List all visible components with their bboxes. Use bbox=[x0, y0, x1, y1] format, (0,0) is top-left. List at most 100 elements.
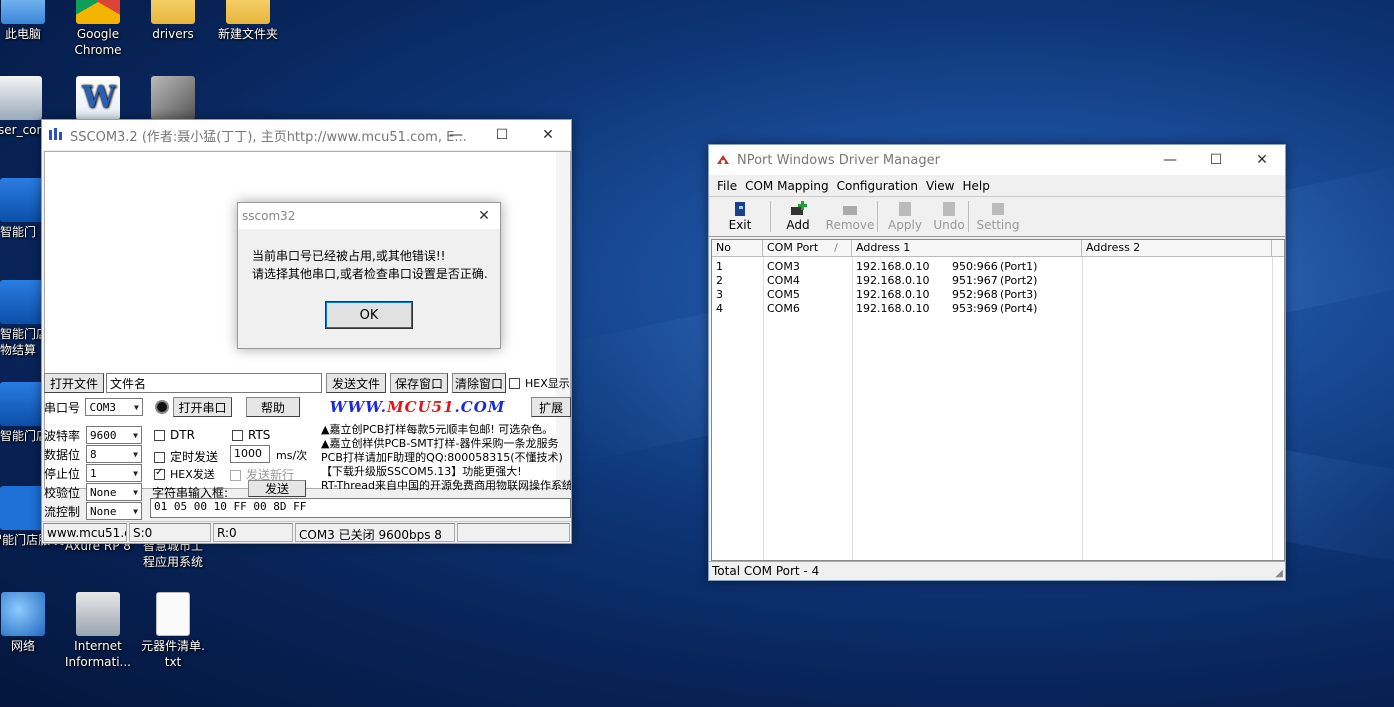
send-data-input[interactable]: 01 05 00 10 FF 00 8D FF bbox=[150, 498, 571, 518]
desktop-icon-chrome[interactable]: Google Chrome bbox=[58, 0, 138, 58]
nport-titlebar[interactable]: NPort Windows Driver Manager — ☐ ✕ bbox=[709, 145, 1285, 175]
table-row[interactable]: 4 COM6 192.168.0.10 953:969 (Port4) bbox=[712, 302, 1284, 316]
list-header: No COM Port / Address 1 Address 2 bbox=[712, 240, 1284, 257]
apply-button[interactable]: Apply bbox=[879, 197, 931, 236]
add-icon bbox=[791, 201, 807, 215]
expand-button[interactable]: 扩展 bbox=[531, 397, 571, 417]
port-status-led-icon bbox=[154, 400, 169, 414]
tools-icon bbox=[151, 76, 195, 120]
sscom-statusbar: www.mcu51.com S:0 R:0 COM3 已关闭 9600bps 8 bbox=[42, 521, 571, 543]
port-select[interactable]: COM3 ▼ bbox=[85, 398, 143, 416]
table-row[interactable]: 3 COM5 192.168.0.10 952:968 (Port3) bbox=[712, 288, 1284, 302]
send-file-button[interactable]: 发送文件 bbox=[326, 373, 386, 393]
menu-help[interactable]: Help bbox=[962, 179, 989, 193]
sscom-titlebar[interactable]: SSCOM3.2 (作者:聂小猛(丁丁), 主页http://www.mcu51… bbox=[42, 120, 571, 150]
sscom-app-icon bbox=[49, 128, 62, 140]
nport-title: NPort Windows Driver Manager bbox=[737, 152, 940, 168]
dialog-message: 当前串口号已经被占用,或其他错误!! 请选择其他串口,或者检查串口设置是否正确. bbox=[252, 249, 488, 281]
menu-view[interactable]: View bbox=[926, 179, 954, 193]
databits-select[interactable]: 8 ▼ bbox=[86, 445, 142, 463]
minimize-button[interactable]: — bbox=[433, 120, 479, 150]
clear-window-button[interactable]: 清除窗口 bbox=[452, 373, 506, 393]
desktop-icon-iis[interactable]: Internet Informati... bbox=[58, 592, 138, 670]
col-com-port[interactable]: COM Port / bbox=[763, 240, 852, 256]
parity-select[interactable]: None ▼ bbox=[86, 483, 142, 501]
maximize-button[interactable]: ☐ bbox=[479, 120, 525, 150]
baud-select[interactable]: 9600 ▼ bbox=[86, 426, 142, 444]
desktop-icon-this-pc[interactable]: 此电脑 bbox=[0, 0, 63, 42]
menu-configuration[interactable]: Configuration bbox=[837, 179, 918, 193]
send-button[interactable]: 发送 bbox=[248, 480, 306, 497]
remove-icon bbox=[843, 206, 857, 215]
open-file-button[interactable]: 打开文件 bbox=[44, 373, 104, 393]
help-button[interactable]: 帮助 bbox=[246, 397, 300, 417]
exit-icon bbox=[735, 202, 745, 216]
minimize-button[interactable]: — bbox=[1147, 145, 1193, 175]
setting-button[interactable]: Setting bbox=[970, 197, 1026, 236]
interval-input[interactable]: 1000 bbox=[230, 445, 270, 463]
baud-row: 波特率 9600 ▼ bbox=[44, 426, 148, 444]
store-icon bbox=[0, 382, 44, 426]
table-row[interactable]: 1 COM3 192.168.0.10 950:966 (Port1) bbox=[712, 260, 1284, 274]
undo-icon bbox=[943, 202, 955, 216]
hex-display-label: HEX显示 bbox=[525, 377, 570, 390]
share-icon bbox=[0, 486, 44, 530]
hex-display-checkbox[interactable] bbox=[509, 377, 520, 389]
col-address-2[interactable]: Address 2 bbox=[1082, 240, 1272, 256]
col-no[interactable]: No bbox=[712, 240, 763, 256]
flow-select[interactable]: None ▼ bbox=[86, 502, 142, 520]
col-address-1[interactable]: Address 1 bbox=[852, 240, 1082, 256]
undo-button[interactable]: Undo bbox=[931, 197, 967, 236]
iis-icon bbox=[76, 592, 120, 636]
menu-file[interactable]: File bbox=[717, 179, 737, 193]
close-button[interactable]: ✕ bbox=[1239, 145, 1285, 175]
send-newline-checkbox[interactable] bbox=[230, 470, 241, 481]
serial-icon bbox=[0, 76, 42, 120]
nport-toolbar: Exit Add Remove Apply Undo Setting bbox=[709, 197, 1285, 237]
menu-com-mapping[interactable]: COM Mapping bbox=[745, 179, 829, 193]
file-row: 打开文件 文件名 发送文件 保存窗口 清除窗口 HEX显示 bbox=[44, 373, 571, 393]
desktop-icon-tools[interactable] bbox=[133, 76, 213, 122]
nport-app-icon bbox=[717, 155, 729, 164]
dialog-titlebar[interactable]: sscom32 ✕ bbox=[238, 203, 500, 229]
status-port: COM3 已关闭 9600bps 8 bbox=[295, 523, 455, 542]
table-row[interactable]: 2 COM4 192.168.0.10 951:967 (Port2) bbox=[712, 274, 1284, 288]
save-window-button[interactable]: 保存窗口 bbox=[390, 373, 448, 393]
ad-text[interactable]: ▲嘉立创PCB打样每款5元顺丰包邮! 可选杂色。 ▲嘉立创样供PCB-SMT打样… bbox=[321, 423, 571, 495]
open-port-button[interactable]: 打开串口 bbox=[172, 397, 233, 417]
desktop-icon-network[interactable]: 网络 bbox=[0, 592, 63, 654]
timed-send-checkbox[interactable] bbox=[154, 452, 165, 463]
exit-button[interactable]: Exit bbox=[711, 197, 769, 236]
desktop-icon-new-folder[interactable]: 新建文件夹 bbox=[208, 0, 288, 42]
chevron-down-icon: ▼ bbox=[133, 449, 138, 459]
word-icon bbox=[76, 76, 120, 120]
desktop-icon-word[interactable] bbox=[58, 76, 138, 122]
stopbits-select[interactable]: 1 ▼ bbox=[86, 464, 142, 482]
dialog-close-button[interactable]: ✕ bbox=[468, 203, 500, 229]
error-dialog[interactable]: sscom32 ✕ 当前串口号已经被占用,或其他错误!! 请选择其他串口,或者检… bbox=[237, 202, 501, 349]
port-row: 串口号 COM3 ▼ 打开串口 帮助 WWW.MCU51.COM 扩展 bbox=[44, 397, 571, 417]
network-icon bbox=[1, 592, 45, 636]
folder-icon bbox=[151, 0, 195, 24]
desktop-icon-parts-list[interactable]: 元器件清单. txt bbox=[133, 592, 213, 670]
hex-send-checkbox[interactable] bbox=[154, 467, 165, 480]
com-port-list[interactable]: No COM Port / Address 1 Address 2 1 COM3 … bbox=[711, 239, 1285, 561]
nport-window[interactable]: NPort Windows Driver Manager — ☐ ✕ File … bbox=[708, 144, 1286, 581]
add-button[interactable]: Add bbox=[772, 197, 824, 236]
store-icon bbox=[0, 280, 44, 324]
nport-statusbar: Total COM Port - 4 bbox=[709, 561, 1285, 580]
chrome-icon bbox=[76, 0, 120, 24]
maximize-button[interactable]: ☐ bbox=[1193, 145, 1239, 175]
remove-button[interactable]: Remove bbox=[824, 197, 876, 236]
flow-row: 流控制 None ▼ bbox=[44, 502, 148, 520]
chevron-down-icon: ▼ bbox=[133, 468, 138, 478]
ok-button[interactable]: OK bbox=[325, 301, 413, 329]
close-button[interactable]: ✕ bbox=[525, 120, 571, 150]
status-recv: R:0 bbox=[213, 523, 293, 542]
resize-grip-icon[interactable]: ◢ bbox=[1275, 568, 1283, 579]
dtr-checkbox[interactable] bbox=[154, 430, 165, 441]
desktop-icon-drivers[interactable]: drivers bbox=[133, 0, 213, 42]
rts-checkbox[interactable] bbox=[232, 430, 243, 441]
filename-input[interactable]: 文件名 bbox=[106, 373, 322, 393]
text-file-icon bbox=[156, 592, 190, 636]
